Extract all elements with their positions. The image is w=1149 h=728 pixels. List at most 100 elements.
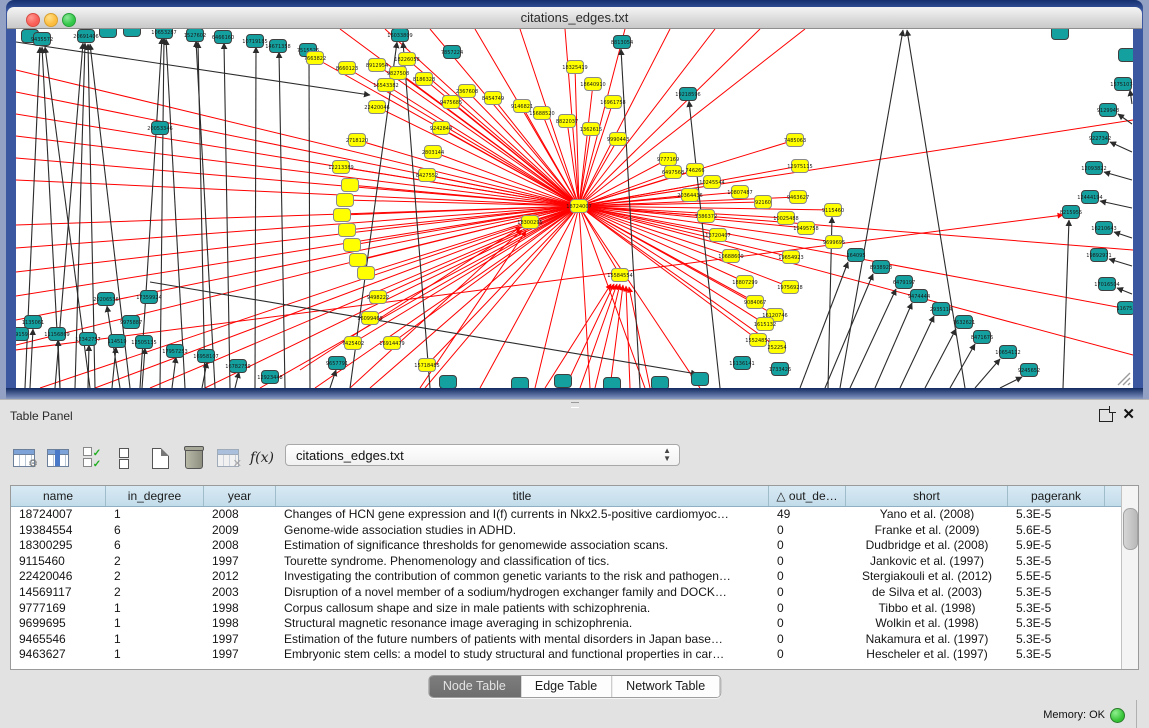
column-header-year[interactable]: year: [204, 486, 276, 506]
graph-edge[interactable]: [1110, 142, 1132, 152]
graph-node[interactable]: [337, 194, 354, 207]
panel-drag-handle[interactable]: [571, 402, 579, 408]
delete-column-icon[interactable]: [180, 444, 208, 472]
graph-edge[interactable]: [1130, 90, 1132, 104]
graph-edge[interactable]: [840, 30, 903, 388]
graph-edge[interactable]: [353, 206, 579, 343]
graph-node[interactable]: [652, 377, 669, 389]
graph-edge[interactable]: [16, 180, 579, 206]
graph-edge[interactable]: [30, 329, 33, 388]
graph-edge[interactable]: [480, 206, 579, 388]
close-panel-icon[interactable]: ✕: [1122, 405, 1135, 423]
graph-edge[interactable]: [579, 29, 715, 206]
graph-edge[interactable]: [850, 289, 896, 388]
graph-node[interactable]: [604, 378, 621, 389]
graph-edge[interactable]: [1109, 259, 1132, 266]
tab-network-table[interactable]: Network Table: [612, 676, 720, 697]
resize-grip[interactable]: [1115, 370, 1131, 386]
graph-node[interactable]: [358, 267, 375, 280]
graph-edge[interactable]: [425, 206, 579, 388]
graph-node[interactable]: [440, 376, 457, 389]
graph-edge[interactable]: [950, 344, 975, 388]
graph-node[interactable]: [124, 29, 141, 37]
table-selector-dropdown[interactable]: citations_edges.txt ▲▼: [285, 444, 680, 466]
graph-edge[interactable]: [975, 359, 1000, 388]
graph-edge[interactable]: [16, 158, 579, 206]
graph-edge[interactable]: [900, 316, 934, 388]
graph-edge[interactable]: [255, 47, 256, 388]
graph-edge[interactable]: [800, 262, 848, 388]
graph-edge[interactable]: [579, 206, 758, 340]
graph-node[interactable]: [342, 179, 359, 192]
graph-edge[interactable]: [1100, 201, 1132, 208]
graph-edge[interactable]: [545, 284, 611, 388]
graph-edge[interactable]: [235, 372, 239, 388]
table-row[interactable]: 977716911998Corpus callosum shape and si…: [11, 601, 1121, 617]
graph-node[interactable]: [344, 239, 361, 252]
graph-edge[interactable]: [1063, 220, 1069, 388]
graph-edge[interactable]: [1117, 288, 1132, 294]
table-row[interactable]: 2242004622012Investigating the contribut…: [11, 569, 1121, 585]
graph-edge[interactable]: [309, 56, 310, 388]
graph-edge[interactable]: [1000, 377, 1022, 388]
scrollbar-thumb[interactable]: [1123, 508, 1138, 550]
column-header-in-degree[interactable]: in_degree: [106, 486, 204, 506]
row-height-icon[interactable]: [110, 444, 138, 472]
table-row[interactable]: 1872400712008Changes of HCN gene express…: [11, 507, 1121, 523]
table-row[interactable]: 946554611997Estimation of the future num…: [11, 632, 1121, 648]
table-row[interactable]: 1938455462009Genome-wide association stu…: [11, 523, 1121, 539]
graph-node[interactable]: [1119, 49, 1134, 62]
delete-table-icon[interactable]: ✕: [214, 444, 242, 472]
memory-status-led-icon[interactable]: [1110, 708, 1125, 723]
graph-edge[interactable]: [579, 206, 620, 275]
table-vertical-scrollbar[interactable]: [1121, 486, 1138, 669]
graph-node[interactable]: [512, 378, 529, 389]
column-header-title[interactable]: title: [276, 486, 769, 506]
graph-node[interactable]: [692, 373, 709, 386]
graph-node[interactable]: [1052, 29, 1069, 40]
graph-edge[interactable]: [579, 84, 593, 206]
graph-edge[interactable]: [330, 370, 336, 388]
table-row[interactable]: 946362711997Embryonic stem cells: a mode…: [11, 647, 1121, 663]
graph-edge[interactable]: [825, 274, 873, 388]
graph-node[interactable]: [100, 29, 117, 38]
select-rows-icon[interactable]: ✓✓: [78, 444, 106, 472]
graph-edge[interactable]: [579, 29, 805, 206]
graph-edge[interactable]: [378, 206, 579, 297]
table-row[interactable]: 911546021997Tourette syndrome. Phenomeno…: [11, 554, 1121, 570]
citation-graph[interactable]: 9435572206914061065328715276026466160107…: [16, 29, 1133, 388]
float-panel-icon[interactable]: [1099, 409, 1113, 422]
graph-node[interactable]: [555, 375, 572, 388]
graph-edge[interactable]: [1104, 172, 1132, 180]
graph-edge[interactable]: [370, 206, 579, 388]
network-canvas[interactable]: 9435572206914061065328715276026466160107…: [16, 29, 1133, 388]
graph-edge[interactable]: [160, 38, 164, 388]
show-columns-icon[interactable]: [44, 444, 72, 472]
graph-edge[interactable]: [386, 85, 579, 206]
graph-edge[interactable]: [205, 206, 579, 388]
window-titlebar[interactable]: citations_edges.txt: [7, 7, 1142, 29]
graph-node[interactable]: [339, 224, 356, 237]
graph-edge[interactable]: [1114, 232, 1132, 238]
create-column-icon[interactable]: [146, 444, 174, 472]
tab-node-table[interactable]: Node Table: [429, 676, 521, 697]
graph-edge[interactable]: [579, 29, 625, 206]
graph-node[interactable]: [350, 254, 367, 267]
table-row[interactable]: 1830029562008Estimation of significance …: [11, 538, 1121, 554]
graph-edge[interactable]: [279, 52, 285, 388]
tab-edge-table[interactable]: Edge Table: [521, 676, 612, 697]
column-management-icon[interactable]: ⚙: [10, 444, 38, 472]
table-row[interactable]: 1456911722003Disruption of a novel membe…: [11, 585, 1121, 601]
graph-edge[interactable]: [925, 329, 956, 388]
function-builder-icon[interactable]: f(x): [248, 444, 276, 472]
graph-edge[interactable]: [224, 43, 230, 388]
column-header-pagerank[interactable]: pagerank: [1008, 486, 1105, 506]
graph-node[interactable]: [334, 209, 351, 222]
graph-edge[interactable]: [907, 30, 965, 388]
graph-edge[interactable]: [579, 29, 760, 206]
graph-edge[interactable]: [166, 39, 185, 388]
graph-edge[interactable]: [689, 101, 720, 388]
graph-edge[interactable]: [172, 357, 176, 388]
table-row[interactable]: 969969511998Structural magnetic resonanc…: [11, 616, 1121, 632]
column-header-short[interactable]: short: [846, 486, 1008, 506]
